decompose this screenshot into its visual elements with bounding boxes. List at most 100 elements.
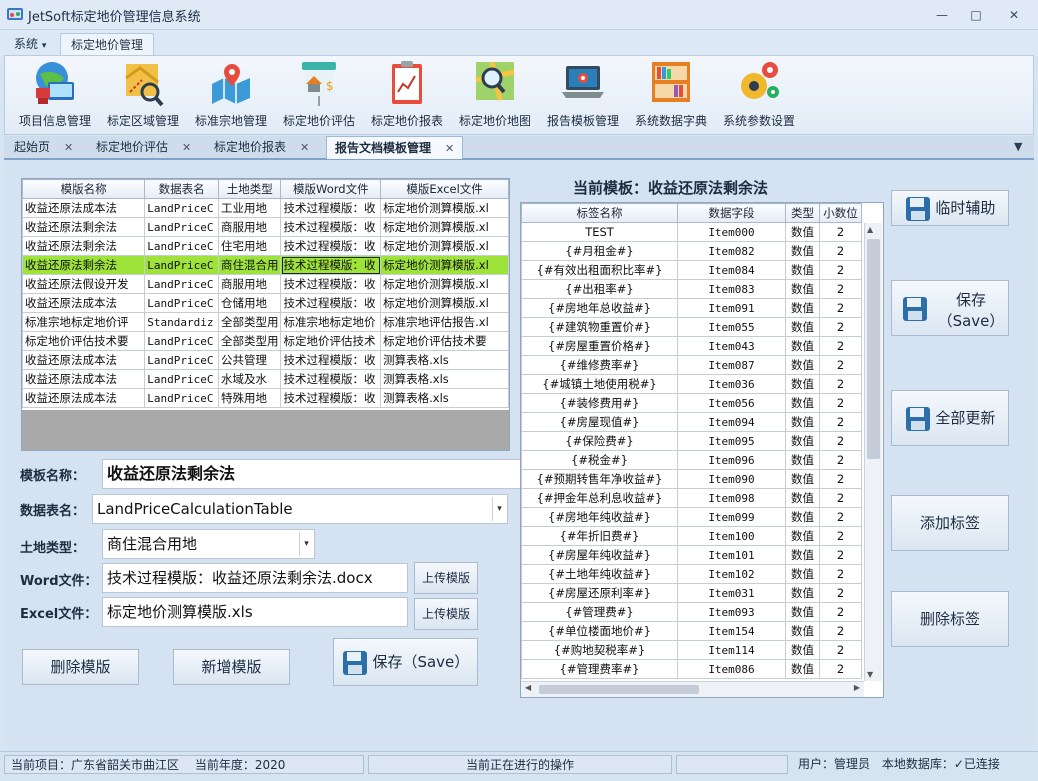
table-row[interactable]: {#装修费用#} Item056 数值 2 [521,393,862,413]
table-cell[interactable]: 2 [819,564,862,584]
table-cell[interactable]: {#房屋还原利率#} [521,583,678,603]
table-cell[interactable]: 2 [819,450,862,470]
table-cell[interactable]: {#管理费率#} [521,659,678,679]
table-cell[interactable]: 数值 [785,374,820,394]
table-row[interactable]: {#单位楼面地价#} Item154 数值 2 [521,621,862,641]
report-template-button[interactable]: 报告模板管理 [543,58,623,134]
table-cell[interactable]: 数值 [785,507,820,527]
table-cell[interactable]: 标准宗地标定地价评 [22,312,146,332]
table-cell[interactable]: {#土地年纯收益#} [521,564,678,584]
table-row[interactable]: {#土地年纯收益#} Item102 数值 2 [521,564,862,584]
close-icon[interactable]: ✕ [1004,6,1024,24]
column-header[interactable]: 标签名称 [521,203,678,223]
table-cell[interactable]: LandPriceC [144,293,219,313]
table-row[interactable]: {#房屋还原利率#} Item031 数值 2 [521,583,862,603]
delete-template-button[interactable]: 删除模版 [22,649,139,685]
table-cell[interactable]: 全部类型用 [217,312,282,332]
save-template-button[interactable]: 保存（Save） [333,638,478,686]
table-cell[interactable]: {#房地年纯收益#} [521,507,678,527]
table-cell[interactable]: 标定地价测算模版.xl [380,274,509,294]
table-row[interactable]: {#管理费率#} Item086 数值 2 [521,659,862,679]
excel-file-field[interactable]: 标定地价测算模版.xls [102,597,408,627]
data-dictionary-button[interactable]: 系统数据字典 [631,58,711,134]
upload-word-button[interactable]: 上传模版 [414,562,478,594]
column-header[interactable]: 数据表名 [144,179,219,199]
table-cell[interactable]: 2 [819,393,862,413]
table-row[interactable]: {#建筑物重置价#} Item055 数值 2 [521,317,862,337]
template-name-field[interactable]: 收益还原法剩余法 [102,459,522,489]
table-row[interactable]: 收益还原法成本法 LandPriceC 水域及水 技术过程模版：收 测算表格.xls [22,369,509,389]
table-row[interactable]: {#城镇土地使用税#} Item036 数值 2 [521,374,862,394]
table-cell[interactable]: {#房屋重置价格#} [521,336,678,356]
column-header[interactable]: 模版Excel文件 [380,179,509,199]
table-cell[interactable]: 测算表格.xls [380,388,509,408]
table-cell[interactable]: LandPriceC [144,331,219,351]
table-cell[interactable]: Item095 [677,431,786,451]
table-row[interactable]: 标定地价评估技术要 LandPriceC 全部类型用 标定地价评估技术 标定地价评估技术… [22,331,509,351]
table-row[interactable]: 收益还原法假设开发 LandPriceC 商服用地 技术过程模版：收 标定地价测算模版.… [22,274,509,294]
table-cell[interactable]: 数值 [785,564,820,584]
temp-assist-button[interactable]: 临时辅助 [891,190,1009,226]
table-cell[interactable]: 数值 [785,602,820,622]
table-cell[interactable]: 技术过程模版：收 [280,217,382,237]
table-row[interactable]: {#购地契税率#} Item114 数值 2 [521,640,862,660]
table-cell[interactable]: 收益还原法假设开发 [22,274,146,294]
close-icon[interactable]: ✕ [182,141,191,154]
table-row[interactable]: 收益还原法成本法 LandPriceC 公共管理 技术过程模版：收 测算表格.xls [22,350,509,370]
table-cell[interactable]: {#装修费用#} [521,393,678,413]
column-header[interactable]: 土地类型 [217,179,282,199]
table-cell[interactable]: 收益还原法成本法 [22,198,146,218]
table-cell[interactable]: LandPriceC [144,388,219,408]
region-management-button[interactable]: 标定区域管理 [103,58,183,134]
table-cell[interactable]: 数值 [785,355,820,375]
price-report-button[interactable]: 标定地价报表 [367,58,447,134]
price-evaluation-button[interactable]: $ 标定地价评估 [279,58,359,134]
tab-list-dropdown-icon[interactable]: ▼ [1014,140,1022,153]
table-cell[interactable]: {#出租率#} [521,279,678,299]
table-cell[interactable]: 数值 [785,279,820,299]
table-cell[interactable]: 2 [819,488,862,508]
table-row[interactable]: 收益还原法成本法 LandPriceC 仓储用地 技术过程模版：收 标定地价测算模版.x… [22,293,509,313]
table-cell[interactable]: 数值 [785,659,820,679]
table-cell[interactable]: 仓储用地 [217,293,282,313]
table-cell[interactable]: Item086 [677,659,786,679]
close-icon[interactable]: ✕ [445,142,454,155]
table-cell[interactable]: Item056 [677,393,786,413]
table-cell[interactable]: 测算表格.xls [380,350,509,370]
table-cell[interactable]: LandPriceC [144,255,219,275]
table-cell[interactable]: 技术过程模版：收 [280,198,382,218]
add-tag-button[interactable]: 添加标签 [891,495,1009,551]
table-cell[interactable]: 住宅用地 [217,236,282,256]
column-header[interactable]: 类型 [785,203,820,223]
price-map-button[interactable]: 标定地价地图 [455,58,535,134]
table-row[interactable]: {#房屋现值#} Item094 数值 2 [521,412,862,432]
table-cell[interactable]: {#房屋年纯收益#} [521,545,678,565]
table-cell[interactable]: 标定地价评估技术要 [22,331,146,351]
table-cell[interactable]: Item082 [677,241,786,261]
scrollbar-thumb[interactable] [867,239,880,459]
table-cell[interactable]: 2 [819,583,862,603]
scroll-left-icon[interactable]: ◀ [525,683,531,692]
ribbon-tab-price-management[interactable]: 标定地价管理 [60,33,155,56]
table-cell[interactable]: 2 [819,374,862,394]
tab-report-template[interactable]: 报告文档模板管理 ✕ [326,136,464,159]
table-cell[interactable]: 数值 [785,393,820,413]
table-cell[interactable]: {#管理费#} [521,602,678,622]
table-row[interactable]: {#出租率#} Item083 数值 2 [521,279,862,299]
table-cell[interactable]: LandPriceC [144,350,219,370]
table-cell[interactable]: 数值 [785,469,820,489]
table-row[interactable]: 收益还原法成本法 LandPriceC 工业用地 技术过程模版：收 标定地价测算模版.x… [22,198,509,218]
table-cell[interactable]: 标定地价测算模版.xl [380,217,509,237]
table-row[interactable]: {#保险费#} Item095 数值 2 [521,431,862,451]
table-cell[interactable]: 标准宗地评估报告.xl [380,312,509,332]
table-cell[interactable]: 2 [819,640,862,660]
table-cell[interactable]: {#保险费#} [521,431,678,451]
table-row[interactable]: {#有效出租面积比率#} Item084 数值 2 [521,260,862,280]
table-cell[interactable]: 数值 [785,241,820,261]
table-cell[interactable]: 2 [819,507,862,527]
maximize-icon[interactable]: □ [966,6,986,24]
upload-excel-button[interactable]: 上传模版 [414,598,478,630]
table-row[interactable]: {#预期转售年净收益#} Item090 数值 2 [521,469,862,489]
table-cell[interactable]: 数值 [785,412,820,432]
table-cell[interactable]: Item031 [677,583,786,603]
